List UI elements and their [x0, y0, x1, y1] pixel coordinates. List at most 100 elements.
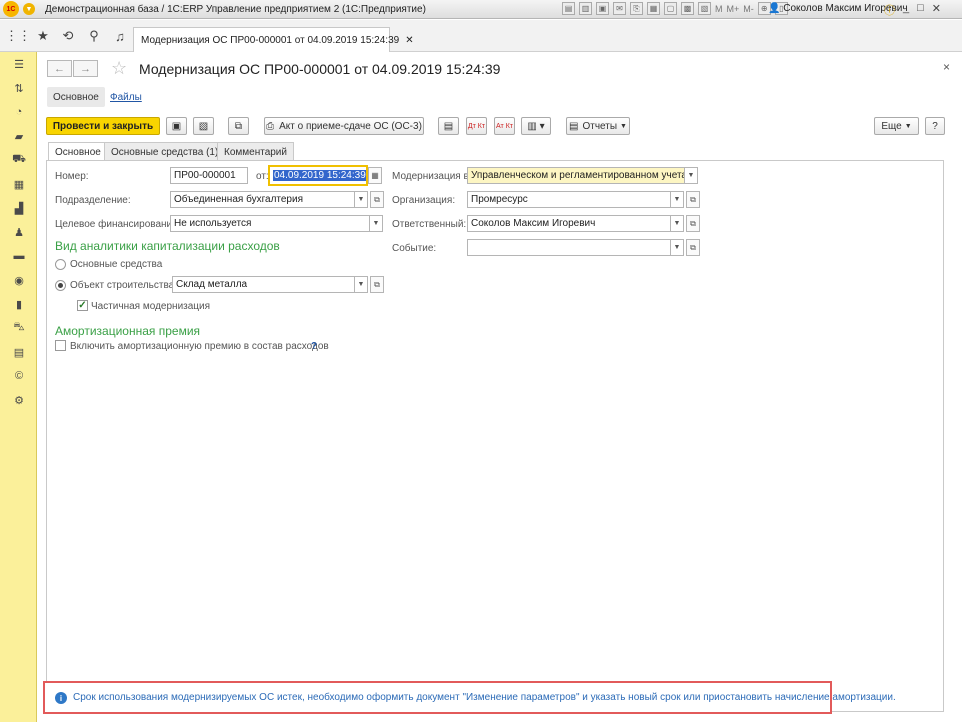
attach-menu-button[interactable]: ▥ ▾: [521, 117, 551, 135]
info-circle-icon[interactable]: ⓘ: [884, 2, 895, 18]
tab-main[interactable]: Основное: [48, 142, 108, 162]
at-kt-button[interactable]: Ат Кт: [494, 117, 515, 135]
responsible-input[interactable]: Соколов Максим Игоревич: [467, 215, 671, 232]
memory-plus-button[interactable]: M+: [727, 4, 740, 14]
memory-m-button[interactable]: M: [715, 4, 723, 14]
modernization-select[interactable]: Управленческом и регламентированном учет…: [467, 167, 685, 184]
document-icon[interactable]: ▢: [664, 2, 677, 15]
event-input[interactable]: [467, 239, 671, 256]
chart-icon[interactable]: ▮: [11, 296, 27, 312]
radio-construction[interactable]: [55, 280, 66, 291]
favorite-star-icon[interactable]: ☆: [111, 58, 127, 79]
event-open-icon[interactable]: ⧉: [686, 239, 700, 256]
event-dropdown-icon[interactable]: ▼: [671, 239, 684, 256]
post-button[interactable]: ▧: [193, 117, 214, 135]
bell-icon[interactable]: ♫: [112, 28, 128, 44]
division-open-icon[interactable]: ⧉: [370, 191, 384, 208]
cart-icon[interactable]: ⛟: [11, 152, 27, 168]
warehouse-icon[interactable]: ▦: [11, 176, 27, 192]
event-label: Событие:: [392, 243, 437, 254]
division-label: Подразделение:: [55, 195, 131, 206]
partial-modernization-label: Частичная модернизация: [91, 301, 211, 312]
main-menu-icon[interactable]: ▼: [23, 3, 35, 15]
financing-dropdown-icon[interactable]: ▼: [370, 215, 383, 232]
division-input[interactable]: Объединенная бухгалтерия: [170, 191, 355, 208]
window-title: Демонстрационная база / 1С:ERP Управлени…: [45, 3, 426, 15]
crm-icon[interactable]: ⇅: [11, 80, 27, 96]
number-label: Номер:: [55, 171, 89, 182]
close-tab-icon[interactable]: ✕: [405, 35, 413, 46]
modernization-dropdown-icon[interactable]: ▼: [685, 167, 698, 184]
calendar-icon[interactable]: ▩: [681, 2, 694, 15]
truck-icon[interactable]: ⛍: [11, 320, 27, 336]
memory-minus-button[interactable]: M-: [743, 4, 754, 14]
subtab-main[interactable]: Основное: [47, 87, 105, 107]
star-icon[interactable]: ★: [35, 28, 51, 44]
structure-button[interactable]: ▤: [438, 117, 459, 135]
tab-fixed-assets[interactable]: Основные средства (1): [104, 142, 226, 161]
bonus-help-icon[interactable]: ?: [311, 341, 317, 352]
production-icon[interactable]: ▟: [11, 200, 27, 216]
history-icon[interactable]: ⟲: [60, 28, 76, 44]
responsible-open-icon[interactable]: ⧉: [686, 215, 700, 232]
reports-label: Отчеты: [582, 120, 618, 132]
reports-icon[interactable]: ▤: [11, 344, 27, 360]
calc-icon[interactable]: ▧: [698, 2, 711, 15]
copyright-icon[interactable]: ©: [11, 368, 27, 384]
responsible-dropdown-icon[interactable]: ▼: [671, 215, 684, 232]
gear-icon[interactable]: ⚙: [11, 392, 27, 408]
close-form-icon[interactable]: ×: [943, 60, 950, 74]
print-act-button[interactable]: ⎙ Акт о приеме-сдаче ОС (ОС-3): [264, 117, 424, 135]
search-icon[interactable]: ⚲: [86, 28, 102, 44]
date-input[interactable]: 04.09.2019 15:24:39: [268, 165, 368, 186]
construction-input[interactable]: Склад металла: [172, 276, 355, 293]
bag-icon[interactable]: ▰: [11, 128, 27, 144]
organization-open-icon[interactable]: ⧉: [686, 191, 700, 208]
print-icon[interactable]: ▤: [562, 2, 575, 15]
more-button[interactable]: Еще ▼: [874, 117, 919, 135]
organization-input[interactable]: Промресурс: [467, 191, 671, 208]
number-input[interactable]: ПР00-000001: [170, 167, 248, 184]
create-based-button[interactable]: ⧉: [228, 117, 249, 135]
dt-kt-button[interactable]: Дт Кт: [466, 117, 487, 135]
back-button[interactable]: ←: [47, 60, 72, 77]
link-icon[interactable]: ⎘: [630, 2, 643, 15]
floppy-icon: ▣: [171, 120, 182, 132]
staff-icon[interactable]: ♟: [11, 224, 27, 240]
mail-icon[interactable]: ✉: [613, 2, 626, 15]
forward-button[interactable]: →: [73, 60, 98, 77]
reports-icon: ▤: [569, 120, 579, 132]
subtab-files[interactable]: Файлы: [104, 87, 148, 107]
calendar-button[interactable]: ▦: [368, 167, 382, 184]
organization-dropdown-icon[interactable]: ▼: [671, 191, 684, 208]
organization-label: Организация:: [392, 195, 456, 206]
save-icon[interactable]: ▣: [596, 2, 609, 15]
post-and-close-button[interactable]: Провести и закрыть: [46, 117, 160, 135]
tab-comment[interactable]: Комментарий: [217, 142, 294, 161]
apps-icon[interactable]: ⋮⋮: [5, 28, 31, 44]
more-label: Еще: [881, 120, 902, 132]
division-dropdown-icon[interactable]: ▼: [355, 191, 368, 208]
preview-icon[interactable]: ▥: [579, 2, 592, 15]
maximize-button[interactable]: □: [917, 2, 924, 18]
minimize-button[interactable]: _: [903, 2, 909, 18]
finance-icon[interactable]: ◉: [11, 272, 27, 288]
sales-icon[interactable]: ◔: [11, 104, 27, 120]
construction-open-icon[interactable]: ⧉: [370, 276, 384, 293]
date-input-value: 04.09.2019 15:24:39: [273, 170, 366, 181]
construction-dropdown-icon[interactable]: ▼: [355, 276, 368, 293]
help-button[interactable]: ?: [925, 117, 945, 135]
partial-modernization-checkbox[interactable]: ✓: [77, 300, 88, 311]
save-button[interactable]: ▣: [166, 117, 187, 135]
menu-icon[interactable]: ☰: [11, 56, 27, 72]
include-bonus-checkbox[interactable]: [55, 340, 66, 351]
table-icon[interactable]: ▦: [647, 2, 660, 15]
close-window-button[interactable]: ✕: [932, 2, 941, 18]
financing-select[interactable]: Не используется: [170, 215, 370, 232]
card-icon[interactable]: ▬: [11, 248, 27, 264]
document-tab[interactable]: Модернизация ОС ПР00-000001 от 04.09.201…: [133, 27, 414, 52]
window-titlebar: 1С ▼ Демонстрационная база / 1С:ERP Упра…: [0, 0, 962, 19]
reports-button[interactable]: ▤ Отчеты ▼: [566, 117, 630, 135]
radio-fixed-assets[interactable]: [55, 259, 66, 270]
app-logo-icon[interactable]: 1С: [3, 1, 19, 17]
